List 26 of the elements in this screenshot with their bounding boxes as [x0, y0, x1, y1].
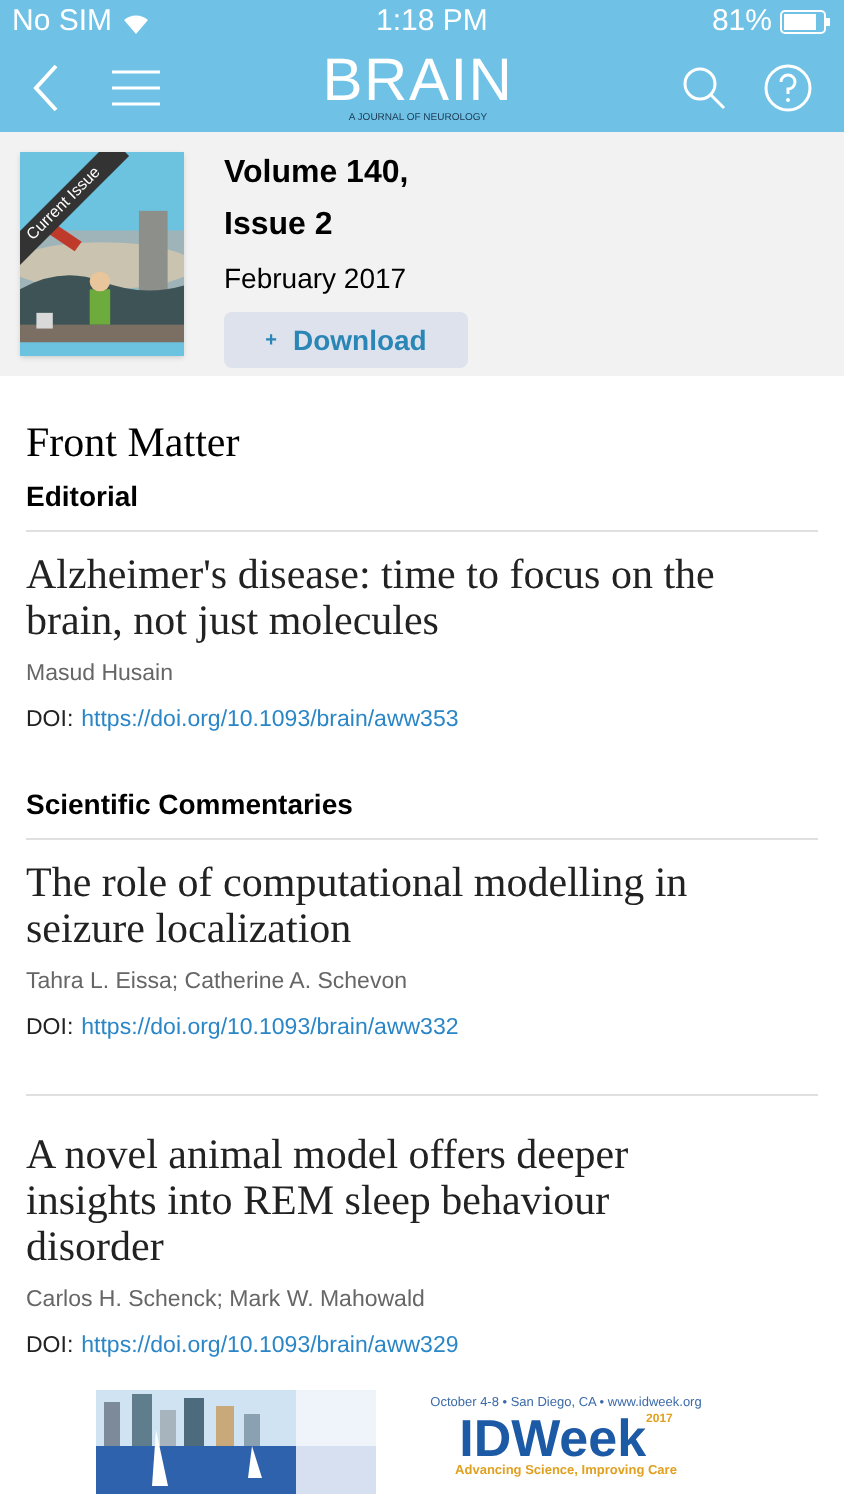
article-title[interactable]: The role of computational modelling in seizure localization [26, 859, 818, 951]
doi-link[interactable]: https://doi.org/10.1093/brain/aww353 [81, 704, 459, 739]
section-heading: Front Matter [26, 416, 242, 468]
ad-brand: IDWeek [459, 1410, 647, 1466]
help-button[interactable] [764, 64, 812, 112]
journal-logo: BRAIN [322, 52, 514, 112]
doi-link[interactable]: https://doi.org/10.1093/brain/aww332 [81, 1011, 459, 1046]
issue-number: Issue 2 [224, 206, 335, 246]
wifi-icon [120, 10, 153, 34]
category-heading: Scientific Commentaries [26, 783, 818, 839]
status-time: 1:18 PM [376, 1, 488, 42]
article-authors: Tahra L. Eissa; Catherine A. Schevon [26, 967, 409, 997]
article-authors: Carlos H. Schenck; Mark W. Mahowald [26, 1286, 427, 1316]
doi-label: DOI: [26, 1332, 74, 1363]
article-authors: Masud Husain [26, 660, 176, 690]
article-title[interactable]: A novel animal model offers deeper insights into REM sleep behaviour disorder [26, 1132, 818, 1270]
issue-volume: Volume 140, [224, 154, 411, 194]
battery-icon [779, 10, 832, 34]
doi-label: DOI: [26, 1013, 74, 1044]
article-title[interactable]: Alzheimer's disease: time to focus on the brain, not just molecules [26, 552, 818, 644]
doi-link[interactable]: https://doi.org/10.1093/brain/aww329 [81, 1330, 459, 1365]
battery-percent: 81% [711, 1, 772, 42]
carrier: No SIM [12, 1, 113, 42]
category-heading: Editorial [26, 476, 818, 532]
issue-date: February 2017 [224, 260, 409, 298]
doi-label: DOI: [26, 706, 74, 737]
